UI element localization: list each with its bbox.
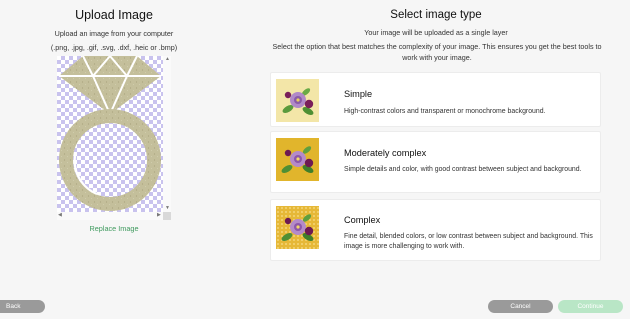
option-simple-title: Simple bbox=[344, 89, 373, 99]
upload-panel: Upload Image Upload an image from your c… bbox=[0, 0, 228, 300]
scroll-up-icon[interactable]: ▲ bbox=[165, 57, 170, 62]
complex-thumbnail bbox=[276, 206, 319, 249]
option-complex-description: Fine detail, blended colors, or low cont… bbox=[344, 233, 593, 250]
scroll-down-icon[interactable]: ▼ bbox=[165, 206, 170, 211]
scrollbar-corner bbox=[163, 212, 171, 220]
scroll-right-icon[interactable]: ▶ bbox=[157, 213, 161, 218]
transparency-checkerboard bbox=[57, 54, 163, 212]
flower-icon bbox=[276, 138, 319, 181]
simple-thumbnail bbox=[276, 79, 319, 122]
image-preview: ▲ ▼ ◀ ▶ bbox=[57, 54, 171, 220]
continue-button[interactable]: Continue bbox=[558, 300, 623, 313]
upload-formats: (.png, .jpg, .gif, .svg, .dxf, .heic or … bbox=[50, 43, 178, 52]
cancel-button[interactable]: Cancel bbox=[488, 300, 553, 313]
option-moderately-complex-description: Simple details and color, with good cont… bbox=[344, 166, 582, 173]
diamond-ring-image bbox=[59, 54, 161, 211]
moderately-complex-thumbnail bbox=[276, 138, 319, 181]
image-type-panel: Select image type Your image will be upl… bbox=[250, 0, 622, 300]
option-moderately-complex-card[interactable]: Moderately complex Simple details and co… bbox=[270, 131, 601, 193]
option-moderately-complex-title: Moderately complex bbox=[344, 148, 427, 158]
option-complex-title: Complex bbox=[344, 215, 381, 225]
flower-icon bbox=[276, 206, 319, 249]
image-type-title: Select image type bbox=[390, 9, 482, 21]
image-type-instructions: Select the option that best matches the … bbox=[272, 42, 602, 62]
option-simple-card[interactable]: Simple High-contrast colors and transpar… bbox=[270, 72, 601, 127]
option-complex-card[interactable]: Complex Fine detail, blended colors, or … bbox=[270, 199, 601, 261]
upload-title: Upload Image bbox=[75, 8, 153, 22]
replace-image-link[interactable]: Replace Image bbox=[0, 224, 228, 233]
horizontal-scrollbar[interactable]: ◀ ▶ bbox=[57, 212, 163, 220]
option-simple-description: High-contrast colors and transparent or … bbox=[344, 108, 546, 115]
back-button[interactable]: Back bbox=[0, 300, 45, 313]
vertical-scrollbar[interactable]: ▲ ▼ bbox=[163, 56, 171, 212]
flower-icon bbox=[276, 79, 319, 122]
upload-subtitle: Upload an image from your computer bbox=[54, 29, 174, 38]
single-layer-info: Your image will be uploaded as a single … bbox=[364, 28, 508, 37]
scroll-left-icon[interactable]: ◀ bbox=[58, 213, 62, 218]
